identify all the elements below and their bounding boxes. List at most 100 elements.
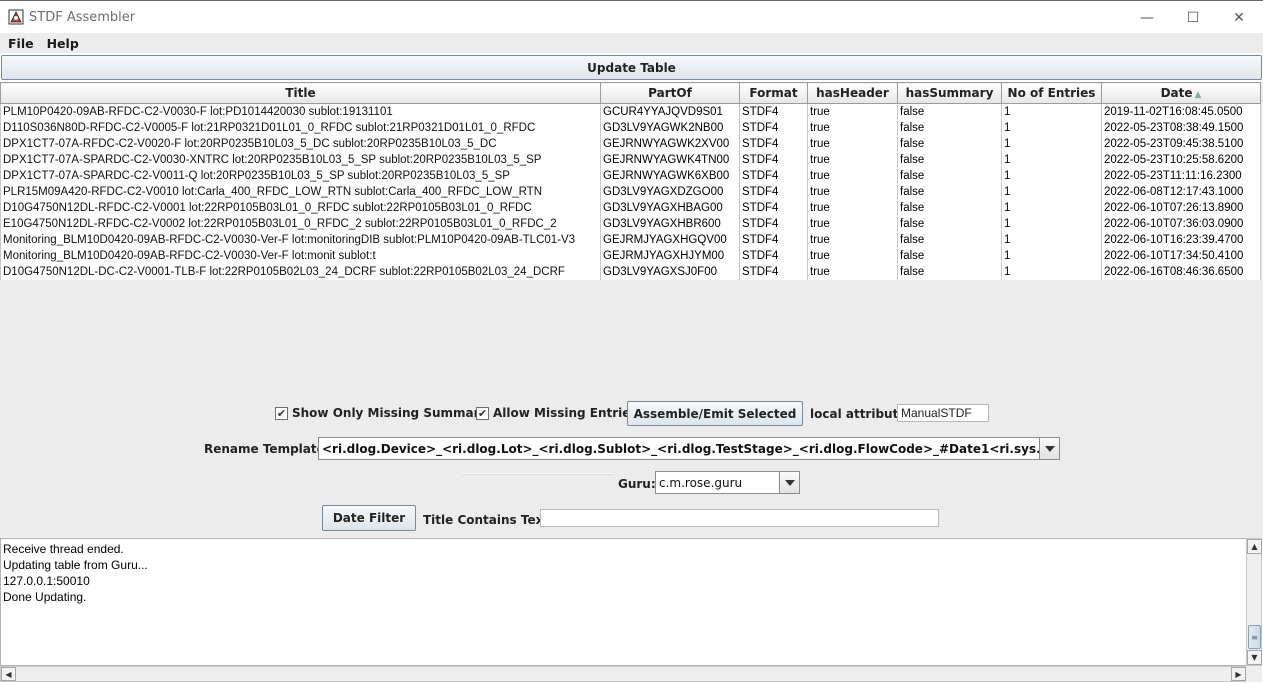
cell-partof: GEJRNWYAGWK6XB00 [600, 168, 740, 184]
window-title-bar: STDF Assembler — ☐ ✕ [0, 0, 1263, 33]
cell-hasheader: true [807, 184, 898, 200]
scroll-right-icon[interactable]: ▶ [1231, 667, 1246, 681]
rename-template-dropdown-button[interactable] [1039, 438, 1059, 459]
cell-partof: GD3LV9YAGXHBAG00 [600, 200, 740, 216]
show-only-missing-summary-checkbox[interactable]: ✔ Show Only Missing Summary [275, 406, 487, 420]
table-row[interactable]: DPX1CT7-07A-RFDC-C2-V0020-F lot:20RP0235… [0, 136, 1261, 152]
cell-format: STDF4 [739, 232, 808, 248]
log-line: 127.0.0.1:50010 [3, 574, 90, 588]
column-header-title[interactable]: Title [0, 82, 601, 104]
cell-date: 2022-06-10T07:36:03.0900 [1101, 216, 1261, 232]
separator [462, 473, 612, 475]
cell-format: STDF4 [739, 264, 808, 280]
table-row[interactable]: Monitoring_BLM10D0420-09AB-RFDC-C2-V0030… [0, 232, 1261, 248]
log-line: Updating table from Guru... [3, 558, 148, 572]
table-row[interactable]: DPX1CT7-07A-SPARDC-C2-V0011-Q lot:20RP02… [0, 168, 1261, 184]
assemble-emit-button[interactable]: Assemble/Emit Selected [627, 401, 803, 426]
table-header-row: Title PartOf Format hasHeader hasSummary… [0, 82, 1261, 104]
cell-hassummary: false [897, 168, 1002, 184]
column-header-partof[interactable]: PartOf [600, 82, 740, 104]
window-title: STDF Assembler [29, 10, 136, 25]
cell-format: STDF4 [739, 184, 808, 200]
cell-entries: 1 [1001, 264, 1102, 280]
close-button[interactable]: ✕ [1216, 1, 1262, 34]
log-vertical-scrollbar[interactable]: ▲ ≡ ▼ [1246, 538, 1262, 666]
cell-title: Monitoring_BLM10D0420-09AB-RFDC-C2-V0030… [0, 232, 601, 248]
cell-title: Monitoring_BLM10D0420-09AB-RFDC-C2-V0030… [0, 248, 601, 264]
checkbox-checked-icon: ✔ [476, 406, 489, 420]
cell-partof: GEJRMJYAGXHJYM00 [600, 248, 740, 264]
scroll-up-icon[interactable]: ▲ [1247, 539, 1262, 554]
column-header-date[interactable]: Date ▲ [1101, 82, 1261, 104]
cell-format: STDF4 [739, 168, 808, 184]
cell-format: STDF4 [739, 216, 808, 232]
column-header-entries[interactable]: No of Entries [1001, 82, 1102, 104]
maximize-icon: ☐ [1186, 9, 1200, 26]
rename-template-label: Rename Template: [204, 442, 330, 456]
cell-date: 2022-06-10T17:34:50.4100 [1101, 248, 1261, 264]
table-body: PLM10P0420-09AB-RFDC-C2-V0030-F lot:PD10… [0, 103, 1261, 280]
table-row[interactable]: D110S036N80D-RFDC-C2-V0005-F lot:21RP032… [0, 120, 1261, 136]
guru-value: c.m.rose.guru [659, 475, 743, 490]
cell-title: D10G4750N12DL-RFDC-C2-V0001 lot:22RP0105… [0, 200, 601, 216]
allow-missing-entries-checkbox[interactable]: ✔ Allow Missing Entries [476, 406, 638, 420]
table-row[interactable]: PLM10P0420-09AB-RFDC-C2-V0030-F lot:PD10… [0, 103, 1261, 120]
minimize-button[interactable]: — [1124, 1, 1170, 34]
column-header-hassummary[interactable]: hasSummary [897, 82, 1002, 104]
scroll-down-icon[interactable]: ▼ [1247, 650, 1262, 665]
column-header-hasheader[interactable]: hasHeader [807, 82, 898, 104]
table-row[interactable]: D10G4750N12DL-RFDC-C2-V0001 lot:22RP0105… [0, 200, 1261, 216]
rename-template-value: <ri.dlog.Device>_<ri.dlog.Lot>_<ri.dlog.… [322, 441, 1039, 456]
cell-partof: GCUR4YYAJQVD9S01 [600, 103, 740, 120]
cell-format: STDF4 [739, 103, 808, 120]
guru-dropdown-button[interactable] [779, 472, 799, 493]
log-line: Receive thread ended. [3, 542, 124, 556]
rename-template-combo[interactable]: <ri.dlog.Device>_<ri.dlog.Lot>_<ri.dlog.… [318, 437, 1060, 460]
cell-date: 2022-06-08T12:17:43.1000 [1101, 184, 1261, 200]
scroll-thumb[interactable]: ≡ [1248, 625, 1261, 649]
cell-date: 2022-05-23T11:11:16.2300 [1101, 168, 1261, 184]
column-header-format[interactable]: Format [739, 82, 808, 104]
guru-combo[interactable]: c.m.rose.guru [655, 471, 800, 494]
log-output[interactable]: Receive thread ended. Updating table fro… [0, 538, 1247, 666]
cell-date: 2022-05-23T09:45:38.5100 [1101, 136, 1261, 152]
cell-partof: GEJRNWYAGWK4TN00 [600, 152, 740, 168]
cell-hasheader: true [807, 216, 898, 232]
app-icon [8, 9, 24, 25]
table-row[interactable]: Monitoring_BLM10D0420-09AB-RFDC-C2-V0030… [0, 248, 1261, 264]
cell-hassummary: false [897, 184, 1002, 200]
maximize-button[interactable]: ☐ [1170, 1, 1216, 34]
table-row[interactable]: PLR15M09A420-RFDC-C2-V0010 lot:Carla_400… [0, 184, 1261, 200]
cell-hasheader: true [807, 103, 898, 120]
scroll-left-icon[interactable]: ◀ [1, 667, 16, 681]
cell-hassummary: false [897, 248, 1002, 264]
table-row[interactable]: D10G4750N12DL-DC-C2-V0001-TLB-F lot:22RP… [0, 264, 1261, 280]
cell-hassummary: false [897, 216, 1002, 232]
cell-title: DPX1CT7-07A-SPARDC-C2-V0030-XNTRC lot:20… [0, 152, 601, 168]
checkbox-checked-icon: ✔ [275, 406, 288, 420]
table-row[interactable]: E10G4750N12DL-RFDC-C2-V0002 lot:22RP0105… [0, 216, 1261, 232]
log-horizontal-scrollbar[interactable]: ◀ ▶ [0, 666, 1247, 682]
cell-title: E10G4750N12DL-RFDC-C2-V0002 lot:22RP0105… [0, 216, 601, 232]
title-contains-input[interactable] [540, 509, 939, 527]
cell-format: STDF4 [739, 136, 808, 152]
cell-partof: GD3LV9YAGXHBR600 [600, 216, 740, 232]
cell-entries: 1 [1001, 184, 1102, 200]
chevron-down-icon [784, 479, 795, 486]
table-row[interactable]: DPX1CT7-07A-SPARDC-C2-V0030-XNTRC lot:20… [0, 152, 1261, 168]
cell-title: DPX1CT7-07A-RFDC-C2-V0020-F lot:20RP0235… [0, 136, 601, 152]
update-table-button[interactable]: Update Table [1, 55, 1262, 80]
cell-hassummary: false [897, 103, 1002, 120]
cell-entries: 1 [1001, 216, 1102, 232]
cell-format: STDF4 [739, 152, 808, 168]
allow-missing-entries-label: Allow Missing Entries [493, 406, 638, 420]
sort-ascending-icon: ▲ [1194, 90, 1202, 100]
cell-hasheader: true [807, 264, 898, 280]
cell-hassummary: false [897, 152, 1002, 168]
menu-help[interactable]: Help [47, 36, 79, 51]
local-attribute-field[interactable]: ManualSTDF [897, 404, 989, 422]
date-filter-button[interactable]: Date Filter [322, 505, 416, 531]
menu-file[interactable]: File [8, 36, 34, 51]
cell-hasheader: true [807, 152, 898, 168]
cell-partof: GEJRNWYAGWK2XV00 [600, 136, 740, 152]
